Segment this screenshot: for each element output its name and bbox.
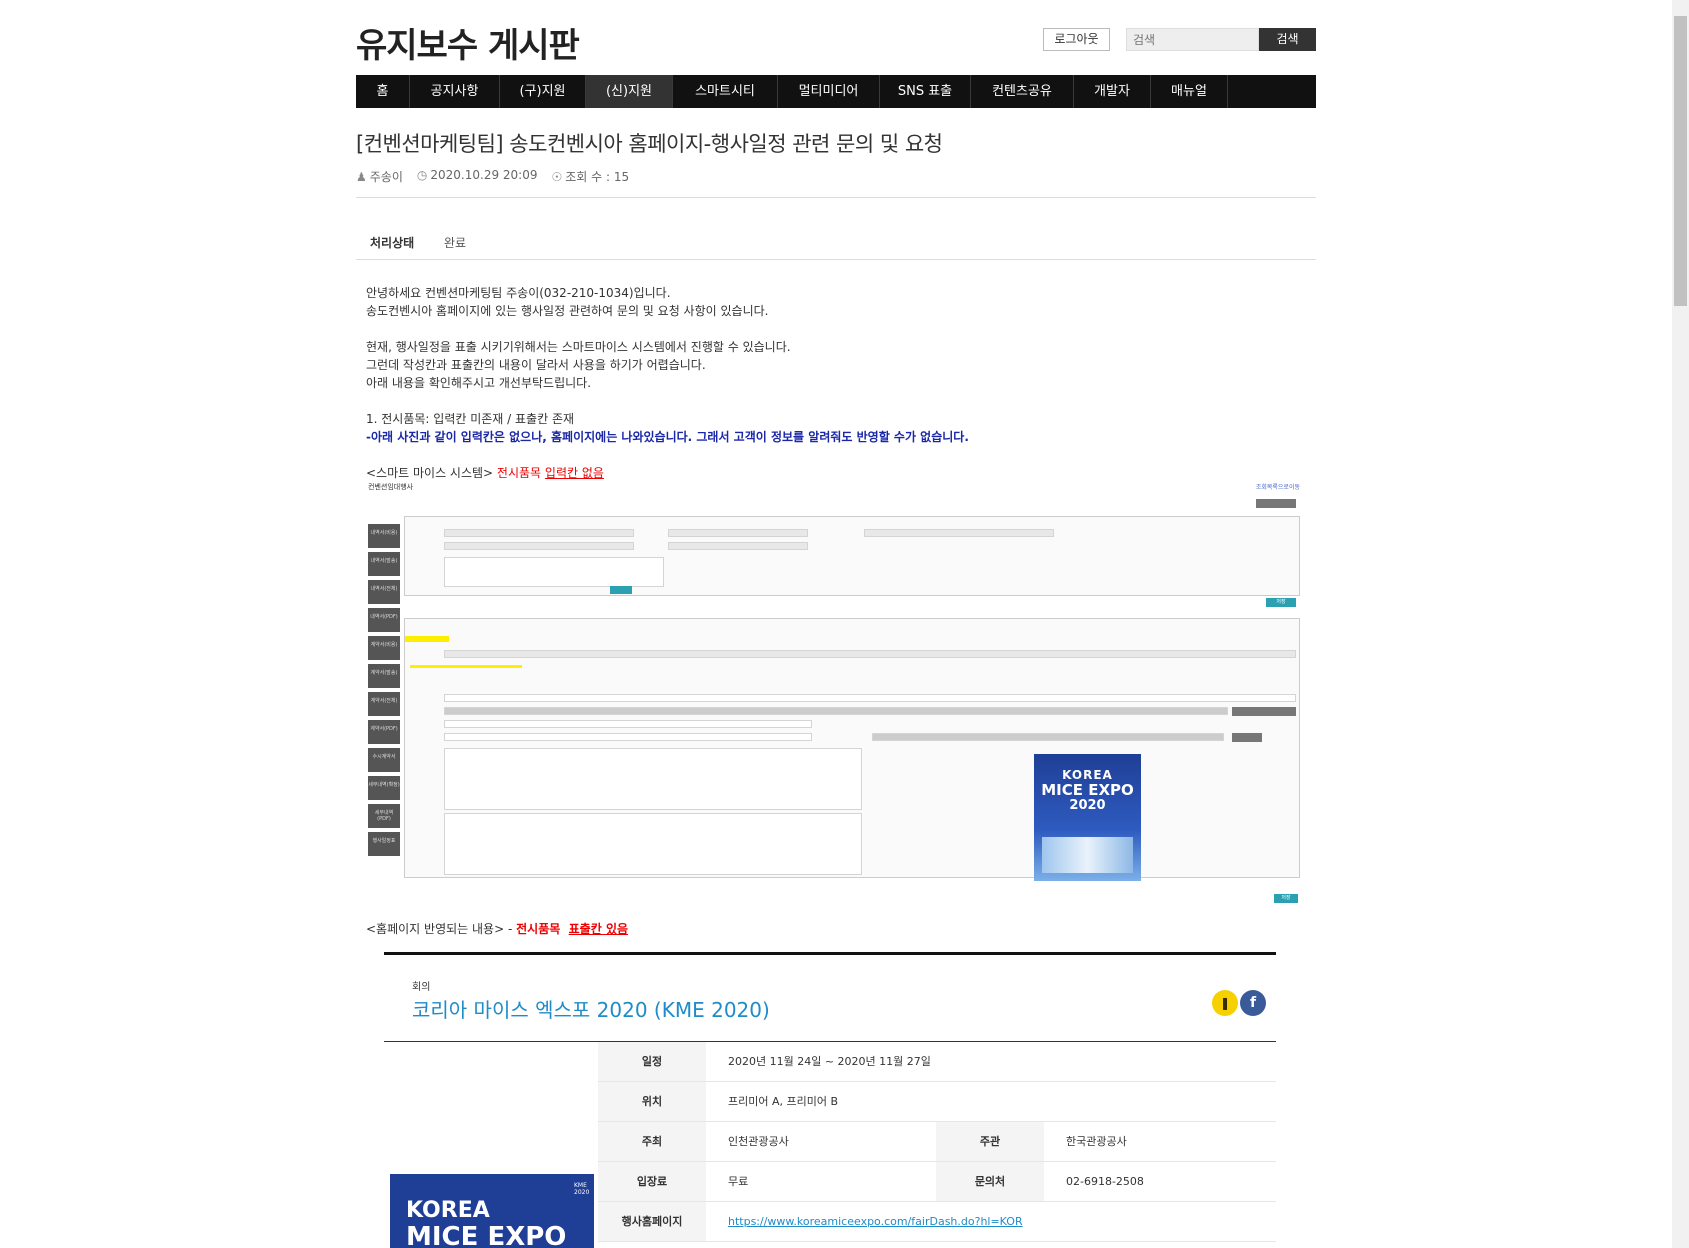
event-homepage-link[interactable]: https://www.koreamiceexpo.com/fairDash.d…	[728, 1202, 1023, 1241]
post-title: [컨벤션마케팅팀] 송도컨벤시아 홈페이지-행사일정 관련 문의 및 요청	[356, 132, 943, 156]
system-save-top: 저장	[1266, 598, 1296, 607]
system-screenshot: 컨벤션임대행사 조회목록으로이동 내역서(비용) 내역서(발송) 내역서(전체)…	[368, 482, 1300, 905]
caption-system: <스마트 마이스 시스템> 전시품목 입력칸 없음	[366, 466, 604, 480]
system-sidebar-item: 수시계약서	[368, 748, 400, 772]
system-field	[444, 733, 812, 741]
scrollbar-thumb[interactable]	[1674, 16, 1687, 306]
info-row: 위치 프리미어 A, 프리미어 B	[598, 1082, 1276, 1122]
caption-homepage: <홈페이지 반영되는 내용> - 전시품목 표출칸 있음	[366, 922, 629, 936]
system-highlight	[410, 665, 522, 668]
status-row: 처리상태 완료	[356, 232, 1316, 260]
site-title[interactable]: 유지보수 게시판	[356, 18, 580, 67]
system-link: 조회목록으로이동	[1255, 484, 1300, 491]
post-datetime: ◷ 2020.10.29 20:09	[416, 168, 538, 182]
system-field	[444, 650, 1296, 658]
homepage-top-line	[384, 952, 1276, 955]
system-title: 컨벤션임대행사	[368, 483, 414, 491]
system-sidebar-item: 계약서(비용)	[368, 636, 400, 660]
post-meta: ♟ 주송이 ◷ 2020.10.29 20:09 ☉ 조회 수 : 15	[356, 168, 629, 185]
system-sidebar: 내역서(비용) 내역서(발송) 내역서(전체) 내역서(PDF) 계약서(비용)…	[368, 524, 400, 860]
scrollbar[interactable]	[1672, 0, 1689, 1248]
system-button	[610, 586, 632, 594]
system-field	[444, 542, 634, 550]
nav-item-manual[interactable]: 매뉴얼	[1151, 75, 1228, 108]
system-sidebar-item: 세부내역(PDF)	[368, 804, 400, 828]
system-sidebar-item: 계약서(전체)	[368, 692, 400, 716]
kakao-share-icon[interactable]: ❚	[1212, 990, 1238, 1016]
system-highlight	[405, 636, 449, 642]
system-field	[668, 542, 808, 550]
homepage-info-table: 일정 2020년 11월 24일 ~ 2020년 11월 27일 위치 프리미어…	[598, 1042, 1276, 1242]
system-button	[1232, 707, 1296, 716]
city-image	[1042, 837, 1133, 873]
facebook-share-icon[interactable]: f	[1240, 990, 1266, 1016]
user-icon: ♟	[356, 170, 367, 184]
search-input[interactable]	[1126, 28, 1259, 51]
body-line: 그런데 작성칸과 표출칸의 내용이 달라서 사용을 하기가 어렵습니다.	[366, 358, 706, 372]
search-button[interactable]: 검색	[1259, 28, 1316, 51]
system-sidebar-item: 내역서(전체)	[368, 580, 400, 604]
body-line: 1. 전시품목: 입력칸 미존재 / 표출칸 존재	[366, 412, 575, 426]
body-line: 아래 내용을 확인해주시고 개선부탁드립니다.	[366, 376, 592, 390]
homepage-poster: KME 2020 KOREA MICE EXPO	[390, 1174, 594, 1248]
eye-icon: ☉	[551, 170, 563, 184]
body-line-highlight: -아래 사진과 같이 입력칸은 없으나, 홈페이지에는 나와있습니다. 그래서 …	[366, 430, 969, 444]
nav-item-content-share[interactable]: 컨텐츠공유	[971, 75, 1074, 108]
system-sidebar-item: 내역서(PDF)	[368, 608, 400, 632]
system-field	[872, 733, 1224, 741]
clock-icon: ◷	[416, 168, 428, 182]
logout-button[interactable]: 로그아웃	[1043, 28, 1110, 51]
status-value: 완료	[444, 236, 467, 250]
post-author: ♟ 주송이	[356, 170, 403, 184]
body-line: 현재, 행사일정을 표출 시키기위해서는 스마트마이스 시스템에서 진행할 수 …	[366, 340, 791, 354]
info-row: 행사홈페이지 https://www.koreamiceexpo.com/fai…	[598, 1202, 1276, 1242]
system-field	[444, 529, 634, 537]
nav-item-multimedia[interactable]: 멀티미디어	[778, 75, 880, 108]
system-top-button	[1256, 499, 1296, 508]
info-row: 일정 2020년 11월 24일 ~ 2020년 11월 27일	[598, 1042, 1276, 1082]
system-sidebar-item: 내역서(비용)	[368, 524, 400, 548]
system-field	[444, 707, 1228, 715]
system-sidebar-item: 행사일정표	[368, 832, 400, 856]
post-views: ☉ 조회 수 : 15	[551, 170, 630, 184]
system-field	[444, 557, 664, 587]
system-field	[864, 529, 1054, 537]
system-textarea	[444, 813, 862, 875]
system-sidebar-item: 계약서(PDF)	[368, 720, 400, 744]
body-line: 송도컨벤시아 홈페이지에 있는 행사일정 관련하여 문의 및 요청 사항이 있습…	[366, 304, 769, 318]
nav-item-notice[interactable]: 공지사항	[410, 75, 500, 108]
main-nav: 홈 공지사항 (구)지원 (신)지원 스마트시티 멀티미디어 SNS 표출 컨텐…	[356, 75, 1316, 108]
divider	[356, 197, 1316, 198]
system-sidebar-item: 세부내역(확정)	[368, 776, 400, 800]
system-sidebar-item: 내역서(발송)	[368, 552, 400, 576]
nav-item-sns[interactable]: SNS 표출	[880, 75, 971, 108]
system-field	[668, 529, 808, 537]
system-poster: KOREA MICE EXPO 2020	[1034, 754, 1141, 881]
system-save-bottom: 저장	[1274, 894, 1298, 903]
system-field	[444, 720, 812, 728]
nav-item-smartcity[interactable]: 스마트시티	[673, 75, 778, 108]
system-textarea	[444, 748, 862, 810]
system-button	[1232, 733, 1262, 742]
homepage-category: 회의	[412, 982, 431, 993]
body-line: 안녕하세요 컨벤션마케팅팀 주송이(032-210-1034)입니다.	[366, 286, 671, 300]
info-row: 주최 인천관광공사 주관 한국관광공사	[598, 1122, 1276, 1162]
nav-item-old-support[interactable]: (구)지원	[500, 75, 586, 108]
homepage-event-title: 코리아 마이스 엑스포 2020 (KME 2020)	[412, 998, 770, 1022]
nav-item-new-support[interactable]: (신)지원	[586, 75, 673, 108]
info-row: 입장료 무료 문의처 02-6918-2508	[598, 1162, 1276, 1202]
nav-item-developer[interactable]: 개발자	[1074, 75, 1151, 108]
system-sidebar-item: 계약서(발송)	[368, 664, 400, 688]
nav-item-home[interactable]: 홈	[356, 75, 410, 108]
status-label: 처리상태	[370, 236, 415, 250]
system-field	[444, 694, 1296, 702]
